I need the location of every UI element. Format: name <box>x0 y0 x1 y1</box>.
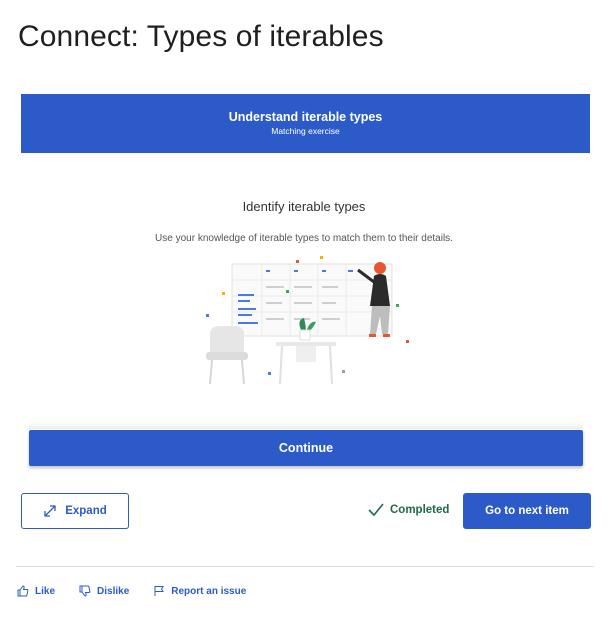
like-button[interactable]: Like <box>17 585 55 597</box>
expand-label: Expand <box>65 505 107 517</box>
content-heading: Identify iterable types <box>242 199 366 214</box>
dislike-label: Dislike <box>97 585 130 597</box>
thumbs-up-icon <box>17 585 29 597</box>
illustration-person-with-board <box>206 256 409 385</box>
expand-arrows-icon <box>44 505 56 517</box>
activity-banner: Understand iterable types Matching exerc… <box>21 94 590 153</box>
completed-label: Completed <box>390 504 450 516</box>
report-issue-button[interactable]: Report an issue <box>153 585 246 597</box>
flag-icon <box>154 586 165 596</box>
completed-status: Completed <box>367 502 449 518</box>
content-description: Use your knowledge of iterable types to … <box>155 233 453 244</box>
feedback-bar: Like Dislike Report an issue <box>17 585 270 597</box>
checkmark-icon <box>368 503 384 517</box>
page-title: Connect: Types of iterables <box>18 20 384 53</box>
scroll-shadow <box>29 421 583 429</box>
dislike-button[interactable]: Dislike <box>79 585 129 597</box>
report-issue-label: Report an issue <box>171 585 247 597</box>
expand-button[interactable]: Expand <box>21 493 129 529</box>
banner-subtitle: Matching exercise <box>271 126 340 136</box>
go-to-next-item-button[interactable]: Go to next item <box>463 493 591 529</box>
thumbs-down-icon <box>79 585 91 597</box>
banner-title: Understand iterable types <box>228 110 383 124</box>
continue-button[interactable]: Continue <box>29 430 583 466</box>
divider <box>16 566 594 567</box>
like-label: Like <box>35 585 56 597</box>
